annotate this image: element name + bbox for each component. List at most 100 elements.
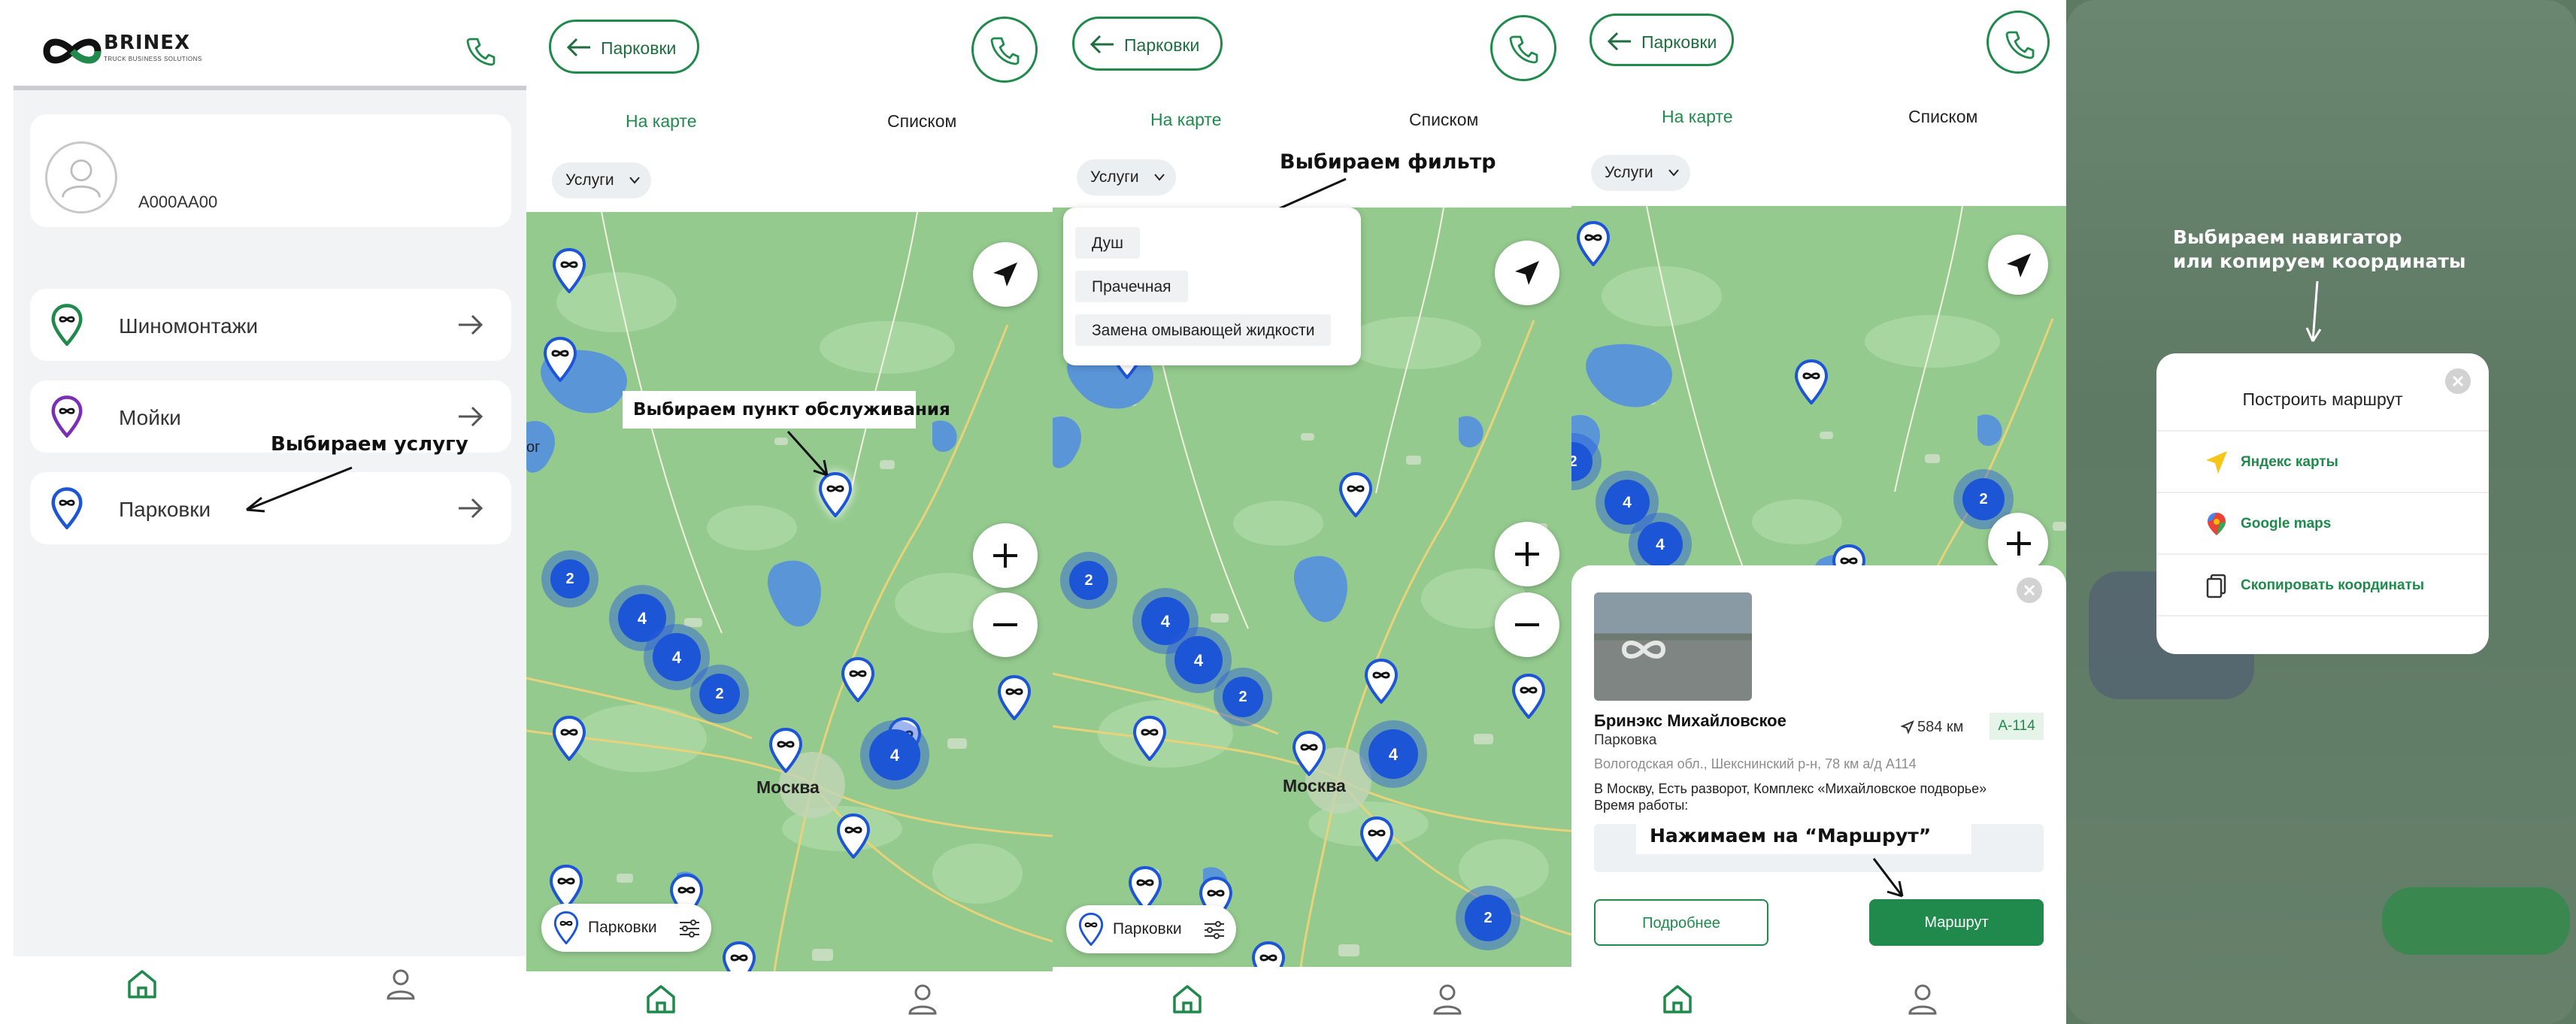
close-icon [2023,584,2035,596]
parking-pin-icon[interactable] [549,865,583,910]
my-location-button[interactable] [1495,241,1559,305]
service-filter-pill[interactable]: Парковки [1066,905,1236,953]
filter-option-shower[interactable]: Душ [1075,227,1141,259]
parking-pin-icon[interactable] [768,728,803,773]
map-view[interactable]: Москва ог 2 4 4 2 4 Выбираем пункт обслу… [526,212,1053,971]
cluster-marker[interactable]: 2 [699,674,740,714]
option-label: Скопировать координаты [2241,577,2425,593]
tab-list[interactable]: Списком [1409,110,1478,130]
tab-map[interactable]: На карте [626,111,697,132]
cluster-marker[interactable]: 2 [1962,478,2005,520]
profile-icon[interactable] [1904,980,1941,1018]
zoom-in-button[interactable] [1495,522,1559,586]
arrow-right-icon [459,314,483,335]
cluster-marker[interactable]: 4 [1368,729,1418,779]
tab-list[interactable]: Списком [1908,107,1977,127]
home-icon[interactable] [1168,980,1206,1018]
call-button[interactable] [1987,11,2050,74]
filter-option-washer-fluid[interactable]: Замена омывающей жидкости [1075,314,1332,346]
tab-map[interactable]: На карте [1150,110,1222,130]
parking-pin-icon[interactable] [1576,221,1611,266]
services-screen: BRINEX TRUCK BUSINESS SOLUTIONS А000АА00… [0,0,526,1024]
close-sheet-button[interactable] [2017,577,2042,603]
cluster-marker[interactable]: 2 [1465,895,1511,941]
cluster-marker[interactable]: 4 [1605,480,1650,525]
phone-icon[interactable] [465,35,498,68]
cluster-marker[interactable]: 4 [1638,522,1683,567]
zoom-out-button[interactable] [1495,592,1559,657]
annotation-choose-filter: Выбираем фильтр [1280,150,1496,174]
service-label: Шиномонтажи [119,314,259,338]
back-button[interactable]: Парковки [1072,17,1223,71]
parking-pin-icon[interactable] [836,813,871,859]
parking-pin-icon[interactable] [552,716,586,761]
cluster-marker[interactable]: 4 [653,633,701,681]
station-description: В Москву, Есть разворот, Комплекс «Михай… [1594,780,2045,813]
parking-pin-icon[interactable] [1511,674,1546,719]
filter-option-laundry[interactable]: Прачечная [1075,271,1188,302]
parking-pin-icon[interactable] [997,675,1032,720]
back-button[interactable]: Парковки [1590,14,1734,66]
zoom-in-button[interactable] [973,523,1038,588]
call-button[interactable] [1490,15,1556,81]
tab-list[interactable]: Списком [887,111,956,132]
hours-label: Время работы: [1594,798,1689,813]
route-option-google[interactable]: Google maps [2156,492,2489,553]
parking-pin-icon[interactable] [841,657,875,702]
route-option-copy[interactable]: Скопировать координаты [2156,553,2489,615]
cluster-marker[interactable]: 4 [1174,636,1223,684]
zoom-in-button[interactable] [1988,513,2048,573]
parking-pin-icon[interactable] [1128,866,1162,911]
profile-icon[interactable] [904,980,941,1018]
zoom-out-button[interactable] [973,592,1038,657]
cluster-marker[interactable]: 4 [869,729,920,780]
services-filter-chip[interactable]: Услуги [1591,155,1690,191]
details-button[interactable]: Подробнее [1594,899,1768,946]
services-filter-chip[interactable]: Услуги [552,162,651,198]
parking-pin-icon[interactable] [1292,731,1326,776]
my-location-button[interactable] [1988,235,2048,295]
cluster-marker[interactable]: 2 [1069,561,1108,600]
parking-pin-icon[interactable] [1132,716,1167,761]
option-label: Яндекс карты [2241,454,2338,470]
parking-pin-icon[interactable] [543,337,577,382]
parking-pin-icon[interactable] [722,941,756,971]
home-icon[interactable] [123,965,161,1003]
minus-icon [1515,623,1539,626]
cluster-marker[interactable]: 4 [618,594,666,642]
parking-pin-icon[interactable] [1251,941,1286,967]
home-icon[interactable] [1659,980,1696,1018]
plus-icon [1515,542,1539,566]
service-label: Парковки [119,498,211,521]
map-background [526,212,1053,971]
bottom-tab-bar [526,971,1053,1024]
cluster-marker[interactable]: 2 [550,559,589,598]
edge-label: ог [526,439,541,456]
cluster-marker[interactable]: 2 [1223,677,1263,717]
home-icon[interactable] [642,980,680,1018]
modal-divider [2156,615,2489,617]
profile-icon[interactable] [1429,980,1466,1018]
tab-map[interactable]: На карте [1662,107,1733,127]
route-option-yandex[interactable]: Яндекс карты [2156,430,2489,492]
parking-pin-icon[interactable] [1338,472,1373,517]
city-label: Москва [1283,776,1346,795]
parking-pin-icon[interactable] [552,248,586,293]
bottom-tab-bar [14,956,526,1009]
parking-pin-icon[interactable] [1794,359,1829,404]
service-label: Мойки [119,406,181,429]
route-button[interactable]: Маршрут [1869,899,2044,946]
service-filter-pill[interactable]: Парковки [541,904,711,952]
back-button[interactable]: Парковки [549,20,699,74]
parking-pin-icon[interactable] [1359,816,1394,862]
back-label: Парковки [601,38,677,58]
profile-icon[interactable] [382,965,420,1003]
call-button[interactable] [971,17,1038,83]
annotation-arrow [246,466,353,513]
services-filter-chip[interactable]: Услуги [1077,159,1176,195]
my-location-button[interactable] [973,242,1038,307]
city-label: Москва [756,777,820,797]
service-item-tire[interactable]: Шиномонтажи [30,289,511,361]
parking-pin-icon[interactable] [1364,659,1399,704]
cluster-marker[interactable]: 4 [1141,597,1190,645]
